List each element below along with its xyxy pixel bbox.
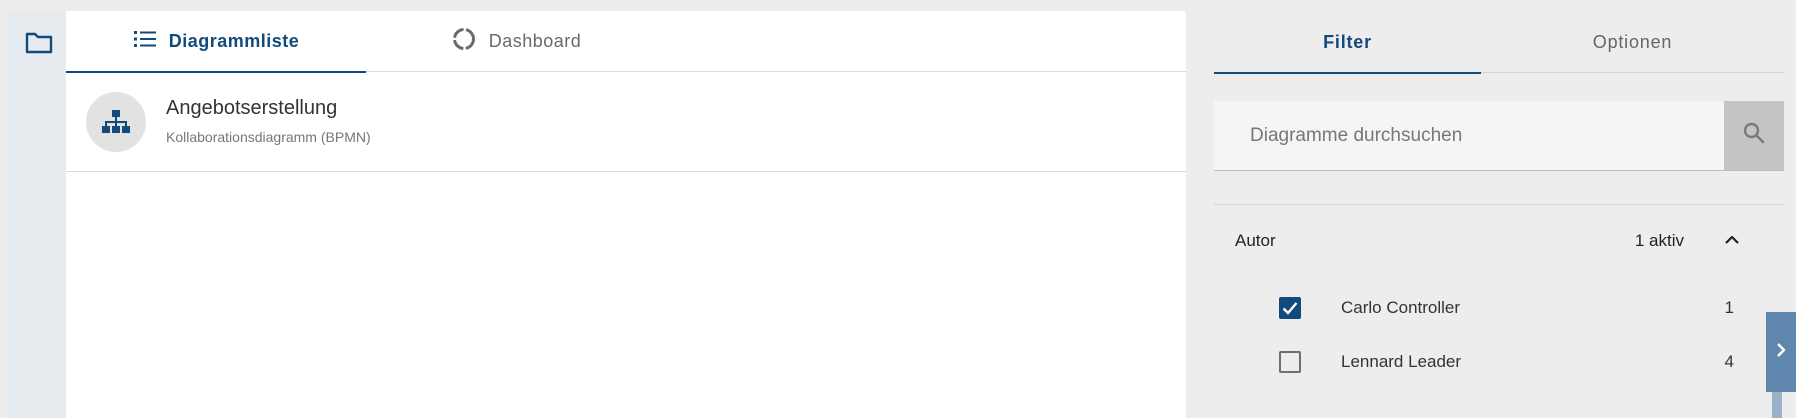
option-count: 4: [1724, 352, 1734, 371]
search-button[interactable]: [1724, 101, 1784, 170]
tab-label: Filter: [1323, 31, 1372, 52]
expand-panel-button[interactable]: [1766, 312, 1796, 392]
folder-icon[interactable]: [24, 27, 54, 57]
author-filter-header[interactable]: Autor 1 aktiv: [1214, 218, 1784, 262]
diagram-title: Angebotserstellung: [166, 97, 338, 119]
navigation-rail: [8, 11, 66, 418]
scrollbar[interactable]: [1772, 392, 1782, 418]
tab-optionen[interactable]: Optionen: [1481, 11, 1784, 73]
tab-filter[interactable]: Filter: [1214, 11, 1481, 74]
checkbox-checked[interactable]: [1279, 297, 1301, 319]
active-tab-indicator: [1214, 72, 1481, 74]
list-item[interactable]: Angebotserstellung Kollaborationsdiagram…: [66, 73, 1186, 172]
panel-tabs: Filter Optionen: [1214, 11, 1784, 74]
option-label: Carlo Controller: [1341, 298, 1461, 317]
divider: [1214, 204, 1784, 205]
org-chart-icon: [86, 92, 146, 152]
donut-chart-icon: [451, 26, 477, 57]
search-box: [1214, 101, 1784, 171]
tab-label: Dashboard: [488, 31, 582, 51]
filter-option-lennard-leader[interactable]: Lennard Leader 4: [1214, 341, 1784, 381]
list-icon: [133, 29, 157, 54]
checkbox-unchecked[interactable]: [1279, 351, 1301, 373]
tab-label: Optionen: [1592, 31, 1673, 52]
option-count: 1: [1724, 298, 1734, 317]
tab-dashboard[interactable]: Dashboard: [366, 11, 666, 72]
filter-option-carlo-controller[interactable]: Carlo Controller 1: [1214, 287, 1784, 327]
tab-diagrammliste[interactable]: Diagrammliste: [66, 11, 366, 73]
chevron-up-icon[interactable]: [1722, 230, 1742, 250]
tab-label: Diagrammliste: [168, 31, 300, 51]
chevron-right-icon: [1776, 342, 1786, 363]
diagram-type: Kollaborationsdiagramm (BPMN): [166, 129, 371, 145]
section-title: Autor: [1235, 231, 1276, 250]
diagram-list-view: Diagrammliste Dashboard Angebotserstellu…: [66, 11, 1186, 418]
filter-panel: Filter Optionen Autor 1 aktiv Ca: [1186, 0, 1796, 418]
option-label: Lennard Leader: [1341, 352, 1462, 371]
search-input[interactable]: [1214, 101, 1724, 170]
search-icon: [1742, 121, 1766, 150]
active-count: 1 aktiv: [1634, 231, 1684, 250]
view-tabs: Diagrammliste Dashboard: [66, 11, 1186, 73]
